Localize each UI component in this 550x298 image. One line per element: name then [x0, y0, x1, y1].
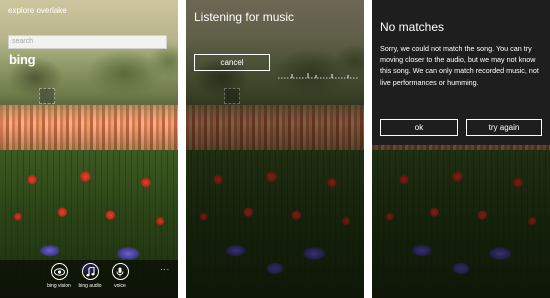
try-again-button[interactable]: try again: [466, 119, 542, 136]
listening-title: Listening for music: [194, 10, 295, 24]
cancel-button[interactable]: cancel: [194, 54, 270, 71]
listening-screen: Listening for music cancel: [186, 0, 364, 298]
dialog-title: No matches: [380, 20, 445, 34]
hotspot-marker: [224, 88, 240, 104]
search-input[interactable]: search: [8, 35, 167, 49]
no-matches-screen: No matches Sorry, we could not match the…: [372, 0, 550, 298]
hotspot-marker[interactable]: [39, 88, 55, 104]
bing-home-screen: explore overlake search bing bing vision: [0, 0, 178, 298]
eye-icon: [50, 263, 68, 280]
voice-label: voice: [114, 283, 126, 289]
dim-overlay: [186, 0, 364, 298]
bing-logo: bing: [9, 52, 36, 67]
microphone-icon: [111, 263, 129, 280]
ok-button[interactable]: ok: [380, 119, 458, 136]
voice-button[interactable]: voice: [100, 263, 140, 289]
app-bar: bing vision bing audio voice ...: [0, 260, 178, 298]
dialog-message: Sorry, we could not match the song. You …: [380, 44, 539, 87]
music-note-icon: [81, 263, 99, 280]
audio-level-icon: [278, 73, 358, 79]
location-title: explore overlake: [8, 6, 67, 15]
more-options-icon[interactable]: ...: [160, 263, 170, 272]
